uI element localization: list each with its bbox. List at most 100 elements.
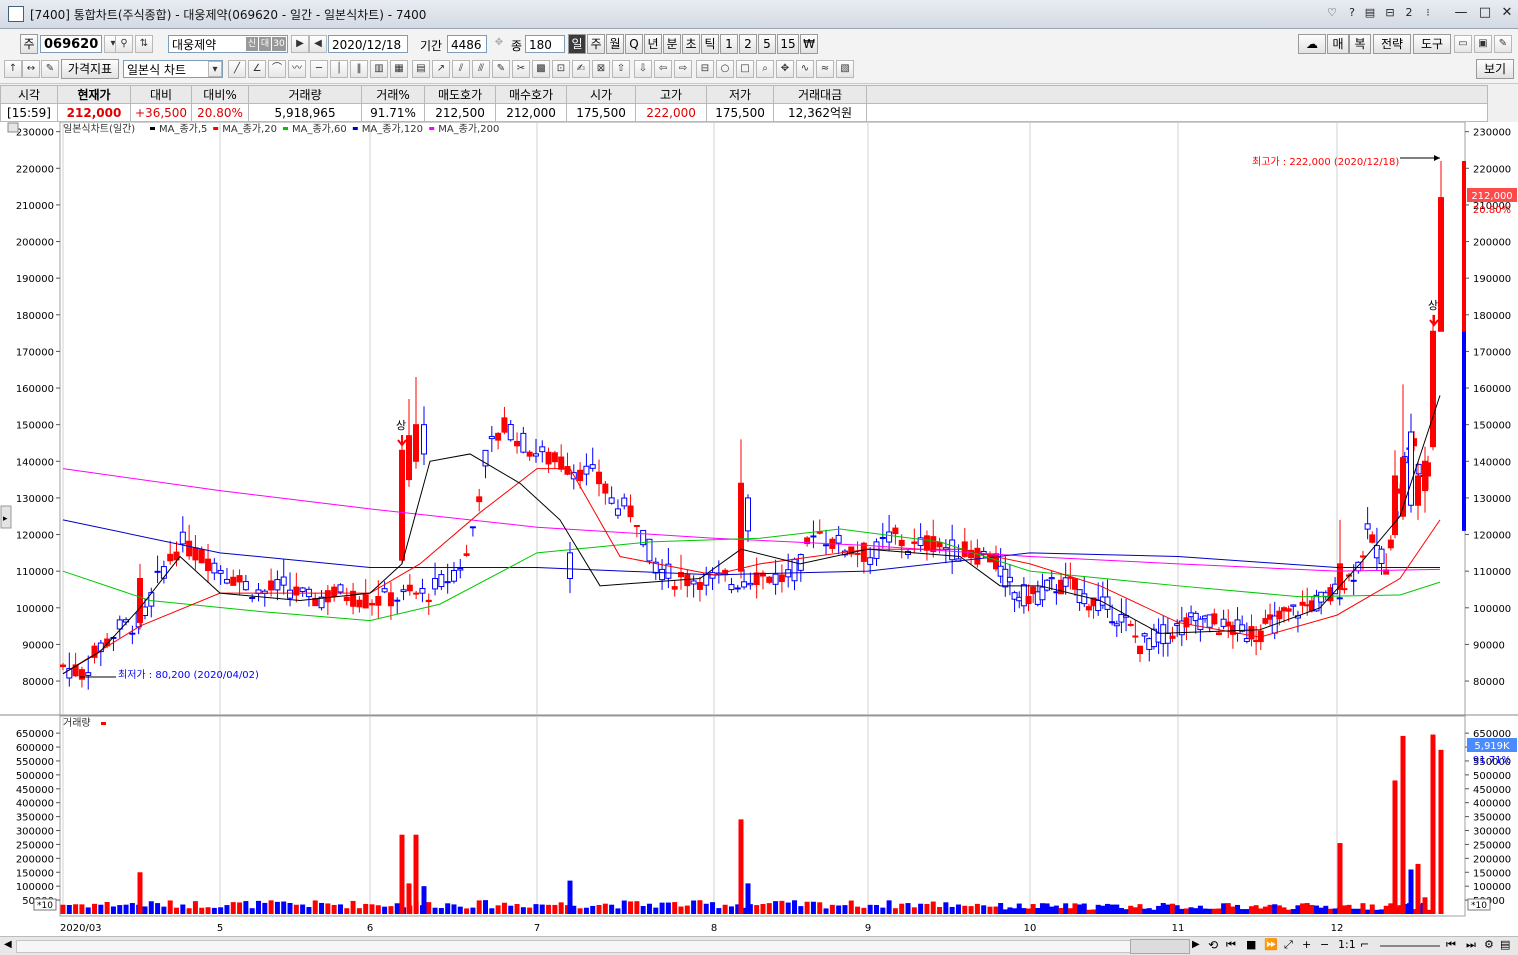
arrow-up-icon[interactable]: ⇧ bbox=[612, 60, 630, 78]
search-icon[interactable]: ⚲ bbox=[115, 35, 133, 53]
magic-icon[interactable]: ✥ bbox=[776, 60, 794, 78]
save-icon[interactable]: ▣ bbox=[1474, 35, 1492, 53]
multi-parallel-icon[interactable]: ⫻ bbox=[472, 60, 490, 78]
bottom-scrollbar[interactable]: ◀ ▶ ⟲ ⏮ ■ ⏩ ⤢ + − 1:1 ⌐ ⏮ ⏭ ⚙ ▤ bbox=[0, 936, 1518, 955]
wave-icon[interactable]: ∿ bbox=[796, 60, 814, 78]
grid3-icon[interactable]: ▤ bbox=[412, 60, 430, 78]
interval-button[interactable]: 2 bbox=[739, 34, 757, 54]
circle-icon[interactable]: ○ bbox=[716, 60, 734, 78]
trend-icon[interactable]: ↗ bbox=[432, 60, 450, 78]
interval-button[interactable]: Q bbox=[625, 34, 643, 54]
grid1-icon[interactable]: ▥ bbox=[370, 60, 388, 78]
zoom-fit-icon[interactable]: ⤢ bbox=[1284, 938, 1293, 952]
edit-icon[interactable]: ✎ bbox=[41, 60, 59, 78]
grid2-icon[interactable]: ▦ bbox=[390, 60, 408, 78]
expand-icon[interactable]: ↔ bbox=[22, 60, 40, 78]
text-box-icon[interactable]: ⊡ bbox=[552, 60, 570, 78]
minimize-button[interactable]: — bbox=[1448, 4, 1474, 22]
interval-button[interactable]: 15 bbox=[777, 34, 799, 54]
interval-button[interactable]: 틱 bbox=[701, 34, 719, 54]
remove-icon[interactable]: ⊟ bbox=[696, 60, 714, 78]
prev-arrow-icon[interactable]: ◀ bbox=[309, 35, 327, 53]
code-type-button[interactable]: 주 bbox=[20, 34, 38, 54]
arrow-down-icon[interactable]: ⇩ bbox=[634, 60, 652, 78]
target-icon[interactable]: ▧ bbox=[836, 60, 854, 78]
cut-icon[interactable]: ✂ bbox=[512, 60, 530, 78]
return-icon[interactable]: ⟲ bbox=[1208, 938, 1218, 952]
angle-icon[interactable]: ∠ bbox=[248, 60, 266, 78]
group-icon[interactable]: 2 bbox=[1401, 5, 1417, 21]
interval-button[interactable]: 주 bbox=[587, 34, 605, 54]
parallel-icon[interactable]: ⫽ bbox=[452, 60, 470, 78]
view-button[interactable]: 보기 bbox=[1476, 59, 1514, 79]
period-input[interactable]: 4486 bbox=[447, 35, 487, 53]
rect-icon[interactable]: □ bbox=[736, 60, 754, 78]
chart-icon[interactable]: ▤ bbox=[1500, 938, 1510, 951]
crosshair-icon[interactable]: ✥ bbox=[490, 35, 508, 53]
stop-icon[interactable]: ■ bbox=[1246, 938, 1256, 951]
zoom-slider-icon[interactable]: ⌐ bbox=[1360, 938, 1369, 951]
magnify-icon[interactable]: ⌕ bbox=[756, 60, 774, 78]
arrow-right-icon[interactable]: ⇨ bbox=[674, 60, 692, 78]
fast-forward-icon[interactable]: ⏩ bbox=[1264, 938, 1278, 951]
hline-icon[interactable]: ─ bbox=[310, 60, 328, 78]
stock-code-input[interactable]: 069620 bbox=[40, 35, 102, 53]
interval-button[interactable]: 년 bbox=[644, 34, 662, 54]
interval-button[interactable]: ₩ bbox=[800, 34, 818, 54]
zoom-out-icon[interactable]: − bbox=[1320, 938, 1329, 951]
link-icon[interactable]: ⊟ bbox=[1382, 5, 1398, 21]
line-icon[interactable]: ╱ bbox=[228, 60, 246, 78]
date-field[interactable]: 2020/12/18 bbox=[328, 35, 408, 53]
folder-icon[interactable]: ▭ bbox=[1454, 35, 1472, 53]
help-icon[interactable]: ? bbox=[1344, 5, 1360, 21]
chart-area[interactable]: 2020/03 5 6 7 8 9 10 11 12 230000 230000 220000 2200… bbox=[0, 122, 1518, 936]
arc-icon[interactable]: ⌒ bbox=[268, 60, 286, 78]
multi-button[interactable]: 복 bbox=[1349, 34, 1371, 54]
channel-icon[interactable]: ‖ bbox=[350, 60, 368, 78]
strategy-button[interactable]: 전략 bbox=[1373, 34, 1411, 54]
up-arrow-icon[interactable]: ↑ bbox=[4, 60, 22, 78]
arrow-left-icon[interactable]: ⇦ bbox=[654, 60, 672, 78]
color-icon[interactable]: ▩ bbox=[532, 60, 550, 78]
layout-icon[interactable]: ▤ bbox=[1362, 5, 1378, 21]
interval-button[interactable]: 5 bbox=[758, 34, 776, 54]
rewind-icon[interactable]: ⏮ bbox=[1226, 938, 1236, 952]
buy-button[interactable]: 매 bbox=[1327, 34, 1349, 54]
candlestick-chart[interactable]: 2020/03 5 6 7 8 9 10 11 12 230000 230000 220000 2200… bbox=[0, 122, 1518, 936]
scroll-right-icon[interactable]: ▶ bbox=[1192, 939, 1200, 950]
interval-button[interactable]: 분 bbox=[663, 34, 681, 54]
cycle-icon[interactable]: ≈ bbox=[816, 60, 834, 78]
last-page-icon[interactable]: ⏭ bbox=[1466, 938, 1476, 952]
zoom-slider[interactable] bbox=[1380, 945, 1440, 947]
pen-icon[interactable]: ✎ bbox=[492, 60, 510, 78]
vline-icon[interactable]: │ bbox=[330, 60, 348, 78]
interval-button[interactable]: 월 bbox=[606, 34, 624, 54]
scroll-thumb[interactable] bbox=[1130, 939, 1190, 954]
tools-button[interactable]: 도구 bbox=[1413, 34, 1451, 54]
settings-icon[interactable]: ⚙ bbox=[1484, 938, 1494, 951]
pin-icon[interactable]: ♡ bbox=[1324, 5, 1340, 21]
indicator-button[interactable]: 가격지표 bbox=[61, 59, 119, 79]
zoom-in-icon[interactable]: + bbox=[1302, 938, 1311, 951]
chart-type-dropdown-icon[interactable]: ▾ bbox=[208, 61, 222, 77]
interval-button[interactable]: 초 bbox=[682, 34, 700, 54]
first-page-icon[interactable]: ⏮ bbox=[1446, 938, 1456, 952]
sort-icon[interactable]: ⇅ bbox=[135, 35, 153, 53]
count-input[interactable]: 180 bbox=[525, 35, 565, 53]
erase-icon[interactable]: ⊠ bbox=[592, 60, 610, 78]
volume-bar bbox=[1053, 905, 1059, 914]
next-arrow-icon[interactable]: ▶ bbox=[291, 35, 309, 53]
table-cell: +36,500 bbox=[129, 103, 193, 122]
cloud-icon[interactable]: ☁ bbox=[1298, 34, 1326, 54]
annotate-icon[interactable]: ✍ bbox=[572, 60, 590, 78]
scroll-left-icon[interactable]: ◀ bbox=[4, 939, 12, 950]
list-icon[interactable]: ⁝ bbox=[1420, 5, 1436, 21]
wrench-icon[interactable]: ✎ bbox=[1494, 35, 1512, 53]
close-button[interactable]: ✕ bbox=[1494, 4, 1518, 22]
candle-body bbox=[406, 435, 412, 481]
volume-bar bbox=[1408, 869, 1414, 914]
interval-button[interactable]: 일 bbox=[568, 34, 586, 54]
fibo-icon[interactable]: 〰 bbox=[288, 60, 306, 78]
interval-button[interactable]: 1 bbox=[720, 34, 738, 54]
scroll-track[interactable] bbox=[16, 940, 1188, 953]
